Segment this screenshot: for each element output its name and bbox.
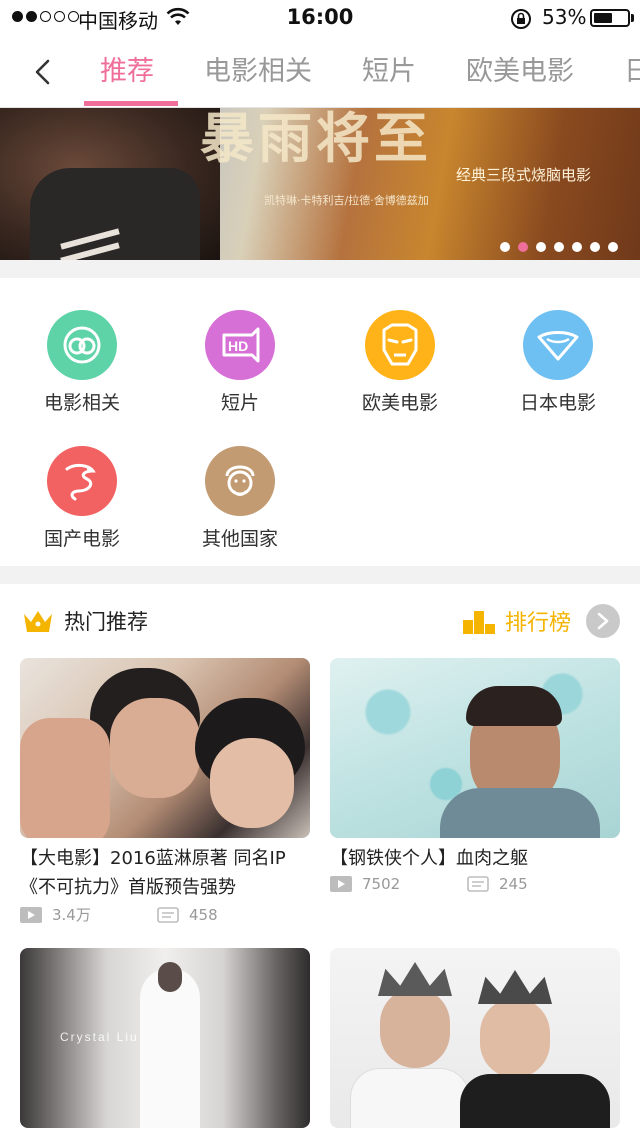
category-movie-related[interactable]: 电影相关 <box>2 310 162 415</box>
banner-page-dot[interactable] <box>500 242 510 252</box>
video-thumbnail[interactable] <box>330 658 620 838</box>
comment-count: 245 <box>499 875 528 893</box>
category-short-films[interactable]: HD 短片 <box>160 310 320 415</box>
video-card[interactable]: 【大电影】2016蓝淋原著 同名IP《不可抗力》首版预告强势 3.4万 458 <box>20 658 310 925</box>
hot-recommendations-header: 热门推荐 排行榜 <box>0 584 640 658</box>
tab-recommended[interactable]: 推荐 <box>100 36 154 107</box>
banner-image <box>0 108 220 260</box>
category-western-movies[interactable]: 欧美电影 <box>320 310 480 415</box>
video-thumbnail[interactable] <box>330 948 620 1128</box>
active-tab-indicator <box>84 101 178 106</box>
banner-page-dot[interactable] <box>518 242 528 252</box>
video-card[interactable] <box>330 948 620 1128</box>
hd-icon: HD <box>205 310 275 380</box>
svg-text:HD: HD <box>228 338 248 354</box>
section-title: 热门推荐 <box>64 610 148 634</box>
banner-page-dot[interactable] <box>554 242 564 252</box>
comment-count-icon <box>467 876 489 892</box>
category-label: 其他国家 <box>201 528 278 550</box>
play-count-icon <box>20 906 42 923</box>
video-card[interactable]: Crystal Liu <box>20 948 310 1128</box>
dragon-icon <box>47 446 117 516</box>
banner-title: 暴雨将至 <box>200 108 432 170</box>
status-bar: 中国移动 16:00 53% <box>0 0 640 36</box>
ranking-arrow-button[interactable] <box>586 604 620 638</box>
banner-cast: 凯特琳·卡特利吉/拉德·舍博德兹加 <box>264 194 429 207</box>
video-thumbnail[interactable] <box>20 658 310 838</box>
video-stats: 7502 245 <box>330 875 620 893</box>
category-japanese-movies[interactable]: 日本电影 <box>478 310 638 415</box>
chevron-right-icon <box>597 612 609 630</box>
hero-banner[interactable]: 暴雨将至 经典三段式烧脑电影 凯特琳·卡特利吉/拉德·舍博德兹加 <box>0 108 640 260</box>
category-other-countries[interactable]: 其他国家 <box>160 446 320 551</box>
video-title[interactable]: 【钢铁侠个人】血肉之躯 <box>330 844 620 873</box>
play-count: 3.4万 <box>52 906 91 924</box>
divider <box>0 260 640 278</box>
comment-count: 458 <box>189 905 218 924</box>
tab-japanese-movies[interactable]: 日 <box>624 36 640 107</box>
banner-page-dot[interactable] <box>608 242 618 252</box>
tab-western-movies[interactable]: 欧美电影 <box>466 36 574 107</box>
video-title[interactable]: 【大电影】2016蓝淋原著 同名IP《不可抗力》首版预告强势 <box>20 844 310 902</box>
video-card[interactable]: 【钢铁侠个人】血肉之躯 7502 245 <box>330 658 620 893</box>
category-tab-bar: 推荐 电影相关 短片 欧美电影 日 <box>0 36 640 108</box>
category-label: 欧美电影 <box>361 392 438 414</box>
video-stats: 3.4万 458 <box>20 904 310 925</box>
category-label: 短片 <box>220 392 259 414</box>
rotation-lock-icon <box>511 9 531 29</box>
thumbnail-watermark: Crystal Liu <box>60 1030 139 1044</box>
video-thumbnail[interactable]: Crystal Liu <box>20 948 310 1128</box>
play-count-icon <box>330 876 352 892</box>
category-label: 电影相关 <box>43 392 120 414</box>
banner-pagination <box>500 242 618 252</box>
rings-icon <box>47 310 117 380</box>
banner-page-dot[interactable] <box>536 242 546 252</box>
comment-count-icon <box>157 906 179 923</box>
old-man-icon <box>205 446 275 516</box>
banner-page-dot[interactable] <box>572 242 582 252</box>
iron-man-mask-icon <box>365 310 435 380</box>
banner-page-dot[interactable] <box>590 242 600 252</box>
play-count: 7502 <box>362 875 401 893</box>
divider <box>0 566 640 584</box>
battery-icon <box>590 9 630 27</box>
category-grid: 电影相关 HD 短片 欧美电影 日本电影 国产电影 其他国家 <box>0 278 640 566</box>
tab-short-films[interactable]: 短片 <box>362 36 416 107</box>
ranking-link[interactable]: 排行榜 <box>505 605 571 637</box>
category-chinese-movies[interactable]: 国产电影 <box>2 446 162 551</box>
banner-subtitle: 经典三段式烧脑电影 <box>456 166 592 184</box>
category-label: 日本电影 <box>519 392 596 414</box>
back-arrow-icon[interactable] <box>30 58 58 86</box>
category-label: 国产电影 <box>43 528 120 550</box>
podium-icon[interactable] <box>462 606 496 636</box>
battery-percentage: 53% <box>542 5 587 29</box>
crown-icon <box>24 611 52 632</box>
kerchief-icon <box>523 310 593 380</box>
tab-movie-related[interactable]: 电影相关 <box>204 36 312 107</box>
